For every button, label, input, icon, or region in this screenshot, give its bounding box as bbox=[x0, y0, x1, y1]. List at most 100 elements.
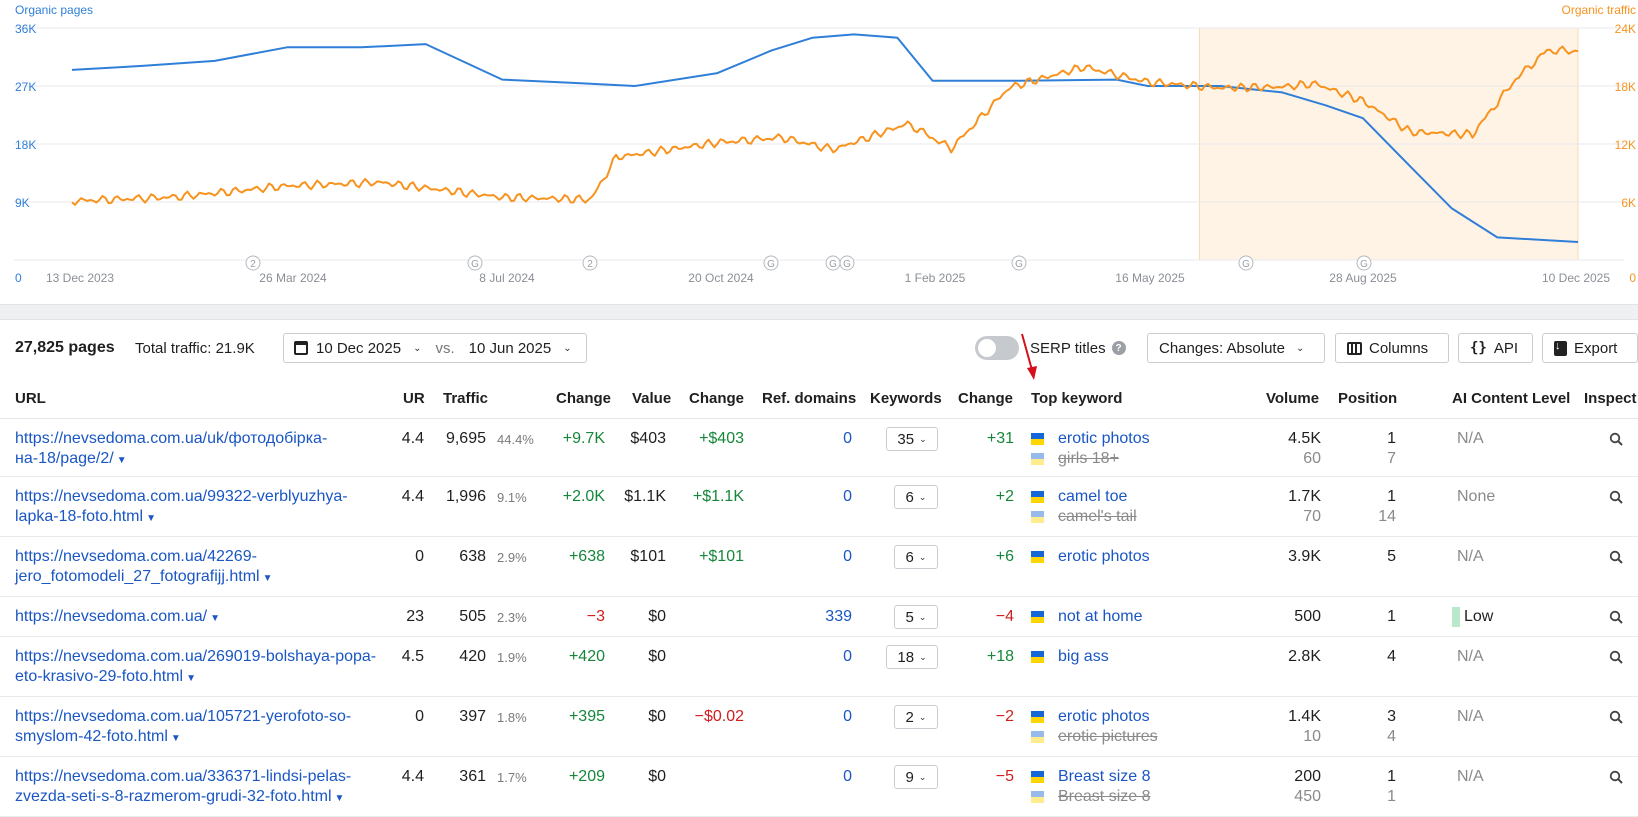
caret-down-icon[interactable]: ▼ bbox=[186, 673, 196, 684]
col-ref-domains[interactable]: Ref. domains bbox=[762, 390, 856, 407]
date-compare: 10 Jun 2025 bbox=[468, 339, 552, 357]
caret-down-icon[interactable]: ▼ bbox=[171, 733, 181, 744]
keywords-dropdown[interactable]: 6 ⌄ bbox=[894, 485, 938, 509]
ai-content-level: N/A bbox=[1457, 648, 1484, 665]
top-keyword-link[interactable]: not at home bbox=[1058, 608, 1143, 625]
second-keyword: Breast size 8 bbox=[1031, 787, 1150, 807]
top-keyword: not at home bbox=[1031, 607, 1143, 627]
top-keyword: camel toe bbox=[1031, 487, 1127, 507]
page-url-link[interactable]: https://nevsedoma.com.ua/269019-bolshaya… bbox=[15, 647, 390, 689]
event-marker-label: G bbox=[471, 259, 479, 270]
caret-down-icon[interactable]: ▼ bbox=[210, 613, 220, 624]
traffic-share: 1.7% bbox=[497, 770, 527, 785]
ref-domains-link[interactable]: 339 bbox=[825, 607, 852, 627]
inspect-search-icon[interactable] bbox=[1609, 650, 1623, 664]
caret-down-icon[interactable]: ▼ bbox=[335, 793, 345, 804]
page-url-link[interactable]: https://nevsedoma.com.ua/336371-lindsi-p… bbox=[15, 767, 390, 809]
ref-domains-link[interactable]: 0 bbox=[843, 429, 852, 449]
left-axis-tick: 0 bbox=[15, 271, 22, 285]
keywords-dropdown[interactable]: 5 ⌄ bbox=[894, 605, 938, 629]
right-axis-tick: 18K bbox=[1615, 80, 1636, 94]
keywords-dropdown[interactable]: 18 ⌄ bbox=[886, 645, 938, 669]
table-row: https://nevsedoma.com.ua/99322-verblyuzh… bbox=[0, 477, 1638, 537]
url-rating: 0 bbox=[415, 548, 424, 565]
serp-titles-toggle[interactable] bbox=[975, 336, 1019, 360]
second-keyword-position: 1 bbox=[1387, 788, 1396, 805]
right-axis-tick: 24K bbox=[1615, 22, 1636, 36]
ref-domains-link[interactable]: 0 bbox=[843, 487, 852, 507]
left-axis-tick: 36K bbox=[15, 22, 36, 36]
col-position[interactable]: Position bbox=[1338, 390, 1397, 407]
chevron-down-icon: ⌄ bbox=[919, 433, 927, 444]
keywords-dropdown[interactable]: 35 ⌄ bbox=[886, 427, 938, 451]
keyword-volume: 1.7K bbox=[1288, 488, 1321, 505]
api-button[interactable]: {} API bbox=[1458, 333, 1533, 363]
columns-button[interactable]: Columns bbox=[1335, 333, 1449, 363]
page-url-link[interactable]: https://nevsedoma.com.ua/105721-yerofoto… bbox=[15, 707, 390, 749]
ref-domains-link[interactable]: 0 bbox=[843, 547, 852, 567]
right-axis-label: Organic traffic bbox=[1562, 3, 1636, 17]
help-icon[interactable]: ? bbox=[1111, 341, 1126, 355]
inspect-search-icon[interactable] bbox=[1609, 770, 1623, 784]
col-inspect[interactable]: Inspect bbox=[1584, 390, 1637, 407]
page-url-link[interactable]: https://nevsedoma.com.ua/99322-verblyuzh… bbox=[15, 487, 390, 529]
inspect-search-icon[interactable] bbox=[1609, 710, 1623, 724]
top-keyword-link[interactable]: erotic photos bbox=[1058, 548, 1150, 565]
ref-domains-link[interactable]: 0 bbox=[843, 647, 852, 667]
traffic-value: 420 bbox=[459, 648, 486, 665]
inspect-search-icon[interactable] bbox=[1609, 610, 1623, 624]
flag-ua-icon bbox=[1031, 432, 1044, 445]
traffic-share: 1.9% bbox=[497, 650, 527, 665]
keywords-count: 6 bbox=[905, 488, 914, 506]
keywords-dropdown[interactable]: 2 ⌄ bbox=[894, 705, 938, 729]
caret-down-icon[interactable]: ▼ bbox=[146, 513, 156, 524]
col-ur[interactable]: UR bbox=[403, 390, 425, 407]
top-keyword-link[interactable]: camel toe bbox=[1058, 488, 1127, 505]
date-compare-button[interactable]: 10 Dec 2025 ⌄ vs. 10 Jun 2025 ⌄ bbox=[283, 333, 587, 363]
page-url-text: https://nevsedoma.com.ua/336371-lindsi-p… bbox=[15, 768, 352, 805]
page-url-link[interactable]: https://nevsedoma.com.ua/uk/фотодобірка-… bbox=[15, 429, 390, 471]
col-change[interactable]: Change bbox=[556, 390, 611, 407]
x-axis-tick: 10 Dec 2025 bbox=[1542, 271, 1610, 285]
col-value[interactable]: Value bbox=[632, 390, 671, 407]
second-keyword-volume: 450 bbox=[1294, 788, 1321, 805]
col-traffic[interactable]: Traffic bbox=[443, 390, 488, 407]
ref-domains-link[interactable]: 0 bbox=[843, 707, 852, 727]
keywords-dropdown[interactable]: 6 ⌄ bbox=[894, 545, 938, 569]
top-keyword-link[interactable]: big ass bbox=[1058, 648, 1109, 665]
top-keyword-link[interactable]: Breast size 8 bbox=[1058, 768, 1150, 785]
traffic-chart[interactable]: 36K 24K 27K 18K 18K 12K 9K 6K 0 0 Organic pages Org… bbox=[0, 0, 1638, 300]
keywords-count: 18 bbox=[897, 648, 915, 666]
top-keyword-link[interactable]: erotic photos bbox=[1058, 708, 1150, 725]
keywords-dropdown[interactable]: 9 ⌄ bbox=[894, 765, 938, 789]
top-keyword-link[interactable]: erotic photos bbox=[1058, 430, 1150, 447]
caret-down-icon[interactable]: ▼ bbox=[263, 573, 273, 584]
value-change: −$0.02 bbox=[694, 708, 744, 725]
ref-domains-link[interactable]: 0 bbox=[843, 767, 852, 787]
inspect-search-icon[interactable] bbox=[1609, 490, 1623, 504]
chart-canvas[interactable]: 36K 24K 27K 18K 18K 12K 9K 6K 0 0 Organic pages Org… bbox=[0, 0, 1638, 300]
ai-content-level: N/A bbox=[1457, 708, 1484, 725]
page-url-link[interactable]: https://nevsedoma.com.ua/42269-jero_foto… bbox=[15, 547, 390, 589]
flag-ua-icon bbox=[1031, 650, 1044, 663]
x-axis-tick: 1 Feb 2025 bbox=[905, 271, 966, 285]
inspect-search-icon[interactable] bbox=[1609, 432, 1623, 446]
total-traffic: Total traffic: 21.9K bbox=[135, 339, 255, 357]
traffic-value-usd: $403 bbox=[630, 430, 666, 447]
page-url-text: https://nevsedoma.com.ua/99322-verblyuzh… bbox=[15, 488, 348, 525]
export-button[interactable]: Export bbox=[1542, 333, 1638, 363]
col-top-keyword[interactable]: Top keyword bbox=[1031, 390, 1122, 407]
col-keywords[interactable]: Keywords bbox=[870, 390, 942, 407]
col-keyword-change[interactable]: Change bbox=[958, 390, 1013, 407]
table-toolbar: 27,825 pages Total traffic: 21.9K 10 Dec… bbox=[0, 333, 1638, 367]
traffic-change: +9.7K bbox=[562, 430, 605, 447]
col-ai-content-level[interactable]: AI Content Level bbox=[1452, 390, 1570, 407]
col-volume[interactable]: Volume bbox=[1266, 390, 1319, 407]
table-row: https://nevsedoma.com.ua/336371-lindsi-p… bbox=[0, 757, 1638, 817]
inspect-search-icon[interactable] bbox=[1609, 550, 1623, 564]
caret-down-icon[interactable]: ▼ bbox=[117, 455, 127, 466]
col-value-change[interactable]: Change bbox=[689, 390, 744, 407]
page-url-link[interactable]: https://nevsedoma.com.ua/▼ bbox=[15, 607, 390, 629]
changes-mode-button[interactable]: Changes: Absolute ⌄ bbox=[1147, 333, 1325, 363]
col-url[interactable]: URL bbox=[15, 390, 46, 407]
